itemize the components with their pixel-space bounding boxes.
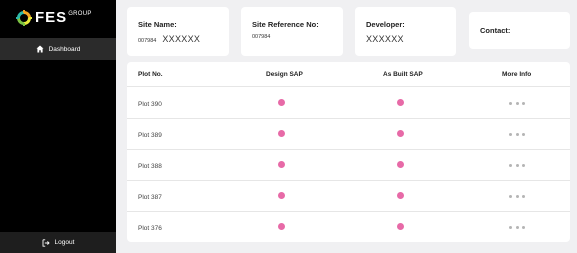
column-plot-no: Plot No. bbox=[138, 71, 163, 78]
brand-logo[interactable]: FES GROUP bbox=[16, 9, 92, 27]
plot-number: Plot 387 bbox=[138, 194, 162, 201]
sidebar: FES GROUP Dashboard Logout bbox=[0, 0, 116, 253]
contact-card: Contact: bbox=[469, 12, 570, 49]
as-built-sap-status-dot bbox=[397, 192, 404, 199]
site-name: XXXXXX bbox=[162, 34, 201, 44]
developer-name: XXXXXX bbox=[366, 34, 404, 44]
more-info-icon[interactable] bbox=[509, 164, 525, 168]
plot-number: Plot 389 bbox=[138, 132, 162, 139]
table-row: Plot 390 bbox=[127, 88, 570, 119]
plot-number: Plot 390 bbox=[138, 101, 162, 108]
as-built-sap-status-dot bbox=[397, 161, 404, 168]
contact-label: Contact: bbox=[480, 26, 511, 35]
more-info-icon[interactable] bbox=[509, 226, 525, 230]
sidebar-item-label: Dashboard bbox=[48, 45, 81, 53]
site-reference-card: Site Reference No: 007984 bbox=[241, 7, 343, 56]
developer-label: Developer: bbox=[366, 20, 405, 29]
home-icon bbox=[36, 45, 44, 53]
column-design-sap: Design SAP bbox=[266, 71, 303, 78]
as-built-sap-status-dot bbox=[397, 99, 404, 106]
site-name-label: Site Name: bbox=[138, 20, 177, 29]
site-name-card: Site Name: 007984 XXXXXX bbox=[127, 7, 229, 56]
design-sap-status-dot bbox=[278, 192, 285, 199]
plot-number: Plot 376 bbox=[138, 225, 162, 232]
more-info-icon[interactable] bbox=[509, 133, 525, 137]
site-reference-number: 007984 bbox=[252, 34, 271, 40]
design-sap-status-dot bbox=[278, 161, 285, 168]
plot-number: Plot 388 bbox=[138, 163, 162, 170]
logo-mark-icon bbox=[16, 10, 32, 26]
table-header: Plot No. Design SAP As Built SAP More In… bbox=[127, 62, 570, 87]
design-sap-status-dot bbox=[278, 99, 285, 106]
table-row: Plot 387 bbox=[127, 181, 570, 212]
column-as-built-sap: As Built SAP bbox=[383, 71, 423, 78]
site-reference-value: 007984 bbox=[252, 34, 343, 40]
design-sap-status-dot bbox=[278, 223, 285, 230]
site-reference-label: Site Reference No: bbox=[252, 20, 319, 29]
site-code: 007984 bbox=[138, 38, 157, 44]
as-built-sap-status-dot bbox=[397, 130, 404, 137]
design-sap-status-dot bbox=[278, 130, 285, 137]
more-info-icon[interactable] bbox=[509, 102, 525, 106]
developer-card: Developer: XXXXXX bbox=[355, 7, 456, 56]
brand-name: FES bbox=[35, 9, 68, 26]
developer-value: XXXXXX bbox=[366, 34, 456, 44]
table-row: Plot 389 bbox=[127, 119, 570, 150]
sidebar-item-dashboard[interactable]: Dashboard bbox=[0, 38, 116, 60]
site-name-value: 007984 XXXXXX bbox=[138, 34, 229, 44]
as-built-sap-status-dot bbox=[397, 223, 404, 230]
table-row: Plot 376 bbox=[127, 212, 570, 242]
table-row: Plot 388 bbox=[127, 150, 570, 181]
more-info-icon[interactable] bbox=[509, 195, 525, 199]
column-more-info: More Info bbox=[502, 71, 532, 78]
brand-suffix: GROUP bbox=[68, 11, 92, 17]
logout-icon bbox=[42, 238, 50, 247]
plots-table: Plot No. Design SAP As Built SAP More In… bbox=[127, 62, 570, 242]
logout-label: Logout bbox=[54, 239, 75, 246]
logout-button[interactable]: Logout bbox=[0, 232, 116, 253]
